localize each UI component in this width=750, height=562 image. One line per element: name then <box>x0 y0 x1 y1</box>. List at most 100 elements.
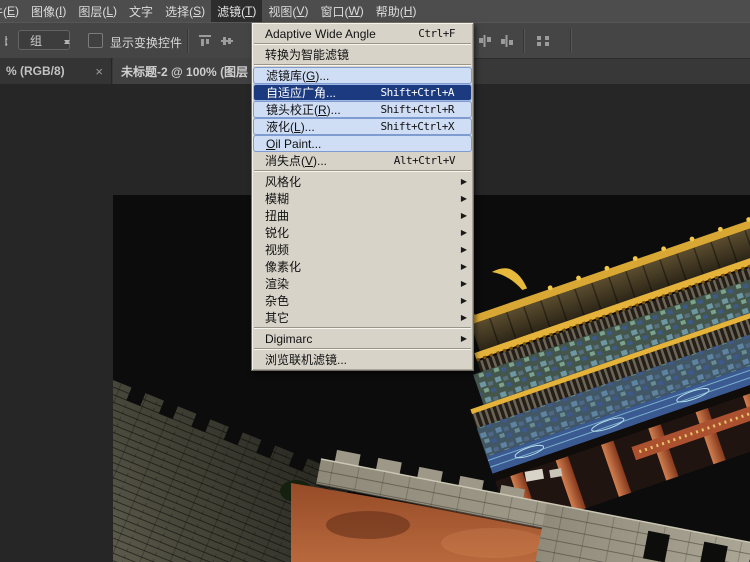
filter-menu-item[interactable]: 其它 ▶ <box>253 309 472 326</box>
submenu-arrow-icon: ▶ <box>460 262 467 271</box>
menubar-item[interactable]: 选择(S) <box>159 0 211 22</box>
menu-item-accel: L <box>294 119 301 134</box>
menubar-item[interactable]: 视图(V) <box>262 0 314 22</box>
menubar-item[interactable]: 图层(L) <box>72 0 123 22</box>
menu-item-label: 扭曲 <box>265 209 290 223</box>
options-separator <box>187 29 188 53</box>
menu-item-shortcut: Alt+Ctrl+V <box>393 154 456 167</box>
menu-separator <box>254 43 471 45</box>
align-vertical-centers-icon[interactable] <box>220 34 234 48</box>
filter-menu-item[interactable]: 风格化 ▶ <box>253 173 472 190</box>
document-tab-inactive[interactable]: % (RGB/8) × <box>0 58 112 84</box>
menu-item-shortcut: Shift+Ctrl+X <box>380 120 455 133</box>
menu-item-label: Digimarc <box>265 331 313 346</box>
menubar-item-label: 图层( <box>78 4 107 19</box>
menu-item-label: 自适应广角... <box>266 86 337 100</box>
menu-item-label-end: )... <box>313 153 328 168</box>
menu-item-label-end: )... <box>315 68 330 83</box>
menubar-item[interactable]: 文字 <box>123 0 159 22</box>
menubar-item-label-end: ) <box>304 4 309 18</box>
menubar-item-label-end: ) <box>15 4 20 18</box>
distribute-horizontal-centers-icon[interactable] <box>536 34 550 48</box>
menu-item-accel: G <box>306 68 316 83</box>
filter-menu-item[interactable]: 转换为智能滤镜 <box>253 46 472 63</box>
photoshop-window: 件(E) 图像(I) 图层(L) 文字 选择(S) 滤镜(T) 视图(V) 窗口… <box>0 0 750 562</box>
menubar-item-accel: T <box>245 4 253 18</box>
menubar-item-accel: H <box>403 4 413 18</box>
menu-bar: 件(E) 图像(I) 图层(L) 文字 选择(S) 滤镜(T) 视图(V) 窗口… <box>0 0 750 22</box>
auto-select-label-fragment: : <box>5 34 9 48</box>
filter-menu-item[interactable]: Oil Paint... <box>253 135 472 152</box>
menubar-item-label-end: ) <box>62 4 67 18</box>
menubar-item-label-end: ) <box>201 4 206 18</box>
menu-item-label: 消失点( <box>265 154 305 168</box>
align-top-edges-icon[interactable] <box>198 34 212 48</box>
dropdown-value: 组 <box>30 33 43 48</box>
menu-item-label: 杂色 <box>265 294 290 308</box>
options-separator <box>523 29 524 53</box>
filter-menu-item[interactable]: 液化(L)... Shift+Ctrl+X <box>253 118 472 135</box>
filter-menu-item[interactable]: Digimarc ▶ <box>253 330 472 347</box>
menubar-item-label: 视图( <box>268 4 297 19</box>
menubar-item-accel: L <box>106 4 114 18</box>
menubar-item[interactable]: 件(E) <box>0 0 25 22</box>
filter-menu-item[interactable]: 滤镜库(G)... <box>253 67 472 84</box>
menu-item-shortcut: Shift+Ctrl+R <box>380 103 455 116</box>
filter-menu-item[interactable]: 扭曲 ▶ <box>253 207 472 224</box>
menu-item-label: Adaptive Wide Angle <box>265 26 376 41</box>
distribute-top-edges-icon[interactable] <box>478 34 492 48</box>
tab-title: % (RGB/8) <box>6 64 65 78</box>
menubar-item[interactable]: 帮助(H) <box>370 0 423 22</box>
menu-separator <box>254 348 471 350</box>
menubar-item[interactable]: 窗口(W) <box>314 0 369 22</box>
menu-item-label-end: )... <box>326 102 341 117</box>
filter-menu-item[interactable]: 渲染 ▶ <box>253 275 472 292</box>
menu-separator <box>254 170 471 172</box>
menubar-item-label: 滤镜( <box>217 4 246 19</box>
menu-separator <box>254 64 471 66</box>
menubar-item-label-end: ) <box>412 4 417 18</box>
filter-menu-item[interactable]: 消失点(V)... Alt+Ctrl+V <box>253 152 472 169</box>
menu-item-label: 锐化 <box>265 226 290 240</box>
menu-item-accel: V <box>305 153 314 168</box>
menu-item-label: 像素化 <box>265 260 302 274</box>
menubar-item-label-end: ) <box>113 4 118 18</box>
filter-menu-item[interactable]: 浏览联机滤镜... <box>253 351 472 368</box>
filter-menu-item[interactable]: 杂色 ▶ <box>253 292 472 309</box>
menu-item-label: 风格化 <box>265 175 302 189</box>
filter-menu-item[interactable]: 镜头校正(R)... Shift+Ctrl+R <box>253 101 472 118</box>
menubar-item-accel: V <box>296 4 305 18</box>
submenu-arrow-icon: ▶ <box>460 245 467 254</box>
filter-menu-item[interactable]: 锐化 ▶ <box>253 224 472 241</box>
menu-item-label: 液化( <box>266 120 294 134</box>
submenu-arrow-icon: ▶ <box>460 334 467 343</box>
menu-item-label: 渲染 <box>265 277 290 291</box>
filter-menu: Adaptive Wide Angle Ctrl+F 转换为智能滤镜 滤镜库(G)… <box>251 22 474 371</box>
distribute-vertical-centers-icon[interactable] <box>500 34 514 48</box>
filter-menu-item[interactable]: 自适应广角... Shift+Ctrl+A <box>253 84 472 101</box>
menubar-item-label-end: ) <box>252 4 257 18</box>
show-transform-controls-label: 显示变换控件 <box>110 36 183 50</box>
filter-menu-item[interactable]: 像素化 ▶ <box>253 258 472 275</box>
filter-menu-item[interactable]: 视频 ▶ <box>253 241 472 258</box>
filter-menu-item[interactable]: Adaptive Wide Angle Ctrl+F <box>253 25 472 42</box>
show-transform-controls-checkbox[interactable] <box>88 33 103 48</box>
auto-select-target-dropdown[interactable]: 组 <box>18 30 70 50</box>
submenu-arrow-icon: ▶ <box>460 279 467 288</box>
menu-item-label: 转换为智能滤镜 <box>265 48 350 62</box>
submenu-arrow-icon: ▶ <box>460 211 467 220</box>
menubar-item-label: 件( <box>0 4 7 19</box>
menubar-item-label: 帮助( <box>375 4 404 19</box>
menu-item-label: 浏览联机滤镜... <box>265 353 348 367</box>
submenu-arrow-icon: ▶ <box>460 228 467 237</box>
menubar-item[interactable]: 图像(I) <box>25 0 72 22</box>
menubar-item[interactable]: 滤镜(T) <box>211 0 263 22</box>
filter-menu-item[interactable]: 模糊 ▶ <box>253 190 472 207</box>
close-tab-icon[interactable]: × <box>95 64 103 79</box>
menubar-item-label: 文字 <box>129 4 154 19</box>
menubar-item-label: 窗口( <box>320 4 349 19</box>
menu-item-label: 镜头校正( <box>266 103 318 117</box>
menubar-item-label: 选择( <box>165 4 194 19</box>
menubar-item-label-end: ) <box>359 4 364 18</box>
submenu-arrow-icon: ▶ <box>460 177 467 186</box>
